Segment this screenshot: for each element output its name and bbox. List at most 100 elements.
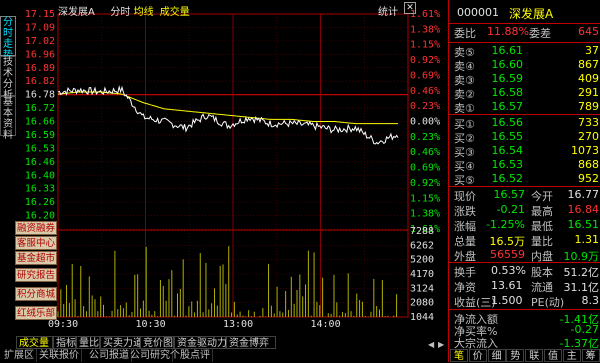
panel-tab[interactable]: 细 bbox=[487, 349, 506, 362]
bottom-tab[interactable]: 资金博弈 bbox=[226, 336, 276, 349]
volume-tick-label: 5200 bbox=[410, 255, 434, 266]
quote-value: 16.5万 bbox=[489, 235, 526, 248]
side-badge[interactable]: 积分商城 bbox=[15, 287, 57, 301]
panel-tab[interactable]: 筹 bbox=[581, 349, 600, 362]
tab-technical-analysis[interactable]: 技术分析 bbox=[0, 56, 16, 101]
panel-tab[interactable]: 价 bbox=[468, 349, 487, 362]
ask-price: 16.60 bbox=[491, 58, 524, 71]
panel-tab[interactable]: 值 bbox=[544, 349, 562, 362]
price-tick-label: 17.15 bbox=[25, 9, 55, 20]
pct-tick-label: 0.69% bbox=[410, 163, 440, 174]
pct-tick-label: 1.38% bbox=[410, 24, 440, 35]
price-tick-label: 16.89 bbox=[25, 63, 55, 74]
fundamental-label: 股本 bbox=[531, 266, 553, 279]
stock-code: 000001 bbox=[457, 6, 499, 19]
side-badge[interactable]: 研究报告 bbox=[15, 268, 57, 282]
stock-name: 深发展A bbox=[509, 7, 554, 21]
bid-qty: 270 bbox=[578, 130, 599, 143]
pct-tick-label: 0.00% bbox=[410, 117, 440, 128]
ask-price: 16.58 bbox=[491, 86, 524, 99]
side-badge[interactable]: 融资融券 bbox=[15, 221, 57, 235]
quote-value: 1.31 bbox=[574, 233, 600, 246]
price-tick-label: 16.66 bbox=[25, 117, 55, 128]
price-tick-label: 16.72 bbox=[25, 103, 55, 114]
quote-label: 量比 bbox=[531, 235, 553, 248]
panel-tab[interactable]: 联 bbox=[525, 349, 544, 362]
scroll-left-icon[interactable]: ◀ bbox=[428, 340, 436, 350]
pct-tick-label: 0.23% bbox=[410, 132, 440, 143]
pct-tick-label: 1.38% bbox=[410, 209, 440, 220]
side-badge[interactable]: 客服中心 bbox=[15, 236, 57, 250]
footer-tab[interactable]: 关联报价 bbox=[37, 349, 82, 362]
price-tick-label: 16.26 bbox=[25, 197, 55, 208]
fundamental-label: 流通 bbox=[531, 281, 553, 294]
volume-tick-label: 1044 bbox=[410, 312, 434, 323]
footer-tab[interactable]: 公司研究 bbox=[128, 349, 173, 362]
panel-tab[interactable]: 笔 bbox=[450, 349, 468, 362]
mode-average-label[interactable]: 均线 bbox=[134, 7, 154, 18]
price-tick-label: 16.53 bbox=[25, 143, 55, 154]
bid-qty: 733 bbox=[578, 116, 599, 129]
panel-tab[interactable]: 主 bbox=[562, 349, 581, 362]
pct-tick-label: 0.92% bbox=[410, 178, 440, 189]
volume-tick-label: 4170 bbox=[410, 269, 434, 280]
footer-tab[interactable]: 公司报道 bbox=[87, 349, 132, 362]
quote-value: -0.21 bbox=[496, 203, 525, 216]
quote-value: 56559 bbox=[490, 248, 525, 261]
ask-qty: 37 bbox=[585, 44, 599, 57]
price-tick-label: 16.96 bbox=[25, 49, 55, 60]
side-badge[interactable]: 红绒乐部 bbox=[15, 306, 57, 320]
bid-qty: 952 bbox=[578, 172, 599, 185]
pct-tick-label: 0.46% bbox=[410, 147, 440, 158]
pct-tick-label: 0.23% bbox=[410, 101, 440, 112]
close-icon[interactable]: ✕ bbox=[404, 2, 416, 14]
volume-tick-label: 7288 bbox=[410, 226, 434, 237]
quote-value: -1.25% bbox=[486, 218, 525, 231]
bottom-tab[interactable]: 竞价图 bbox=[140, 336, 174, 349]
bottom-tab[interactable]: 指标 bbox=[53, 336, 76, 349]
quote-label: 现价 bbox=[454, 190, 476, 203]
fundamental-value: 0.53% bbox=[491, 264, 526, 277]
bottom-tab[interactable]: 量比 bbox=[76, 336, 100, 349]
time-tick-label: 10:30 bbox=[136, 319, 166, 330]
volume-tick-label: 2080 bbox=[410, 298, 434, 309]
footer-tab[interactable]: 个股点评 bbox=[168, 349, 213, 362]
panel-tab[interactable]: 势 bbox=[506, 349, 525, 362]
bid-qty: 868 bbox=[578, 158, 599, 171]
fundamental-value: 31.1亿 bbox=[563, 281, 600, 294]
fundamental-value: 1.500 bbox=[491, 294, 523, 307]
bottom-tab[interactable]: 成交量 bbox=[16, 336, 53, 349]
pct-tick-label: 0.92% bbox=[410, 55, 440, 66]
tab-basic-info[interactable]: 基本资料 bbox=[0, 96, 16, 141]
quote-label: 今开 bbox=[531, 190, 553, 203]
time-tick-label: 14:00 bbox=[311, 319, 341, 330]
ask-qty: 409 bbox=[578, 72, 599, 85]
mode-volume-label[interactable]: 成交量 bbox=[160, 7, 190, 18]
pct-tick-label: 1.15% bbox=[410, 193, 440, 204]
price-tick-label: 16.33 bbox=[25, 184, 55, 195]
bottom-tab[interactable]: 资金驱动力 bbox=[174, 336, 227, 349]
weicha-value: 645 bbox=[578, 25, 599, 38]
intraday-chart[interactable]: 17.15 17.09 17.02 16.96 16.89 16.82 16.78 16.72… bbox=[16, 0, 447, 340]
price-tick-label: 16.59 bbox=[25, 130, 55, 141]
price-tick-label: 17.02 bbox=[25, 36, 55, 47]
bottom-tab[interactable]: 买卖力道 bbox=[100, 336, 143, 349]
quote-label: 总量 bbox=[454, 235, 476, 248]
quote-label: 最高 bbox=[531, 205, 553, 218]
fundamental-label: PE(动) bbox=[531, 296, 565, 309]
bid-price: 16.55 bbox=[491, 130, 524, 143]
pct-tick-label: 0.69% bbox=[410, 70, 440, 81]
side-badge[interactable]: 基金超市 bbox=[15, 251, 57, 265]
ask-qty: 867 bbox=[578, 58, 599, 71]
volume-tick-label: 3124 bbox=[410, 283, 434, 294]
price-tick-label: 16.40 bbox=[25, 170, 55, 181]
quote-value: 16.84 bbox=[567, 203, 600, 216]
tab-time-sharing[interactable]: 分时走势 bbox=[0, 16, 16, 61]
stats-button[interactable]: 统计 bbox=[378, 3, 398, 18]
stock-name-label: 深发展A bbox=[58, 7, 95, 18]
footer-tab[interactable]: 扩展区 bbox=[2, 349, 37, 362]
scroll-right-icon[interactable]: ▶ bbox=[438, 340, 446, 350]
weibi-label: 委比 bbox=[454, 27, 476, 40]
price-tick-label: 17.09 bbox=[25, 22, 55, 33]
mode-time-label[interactable]: 分时 bbox=[110, 7, 130, 18]
